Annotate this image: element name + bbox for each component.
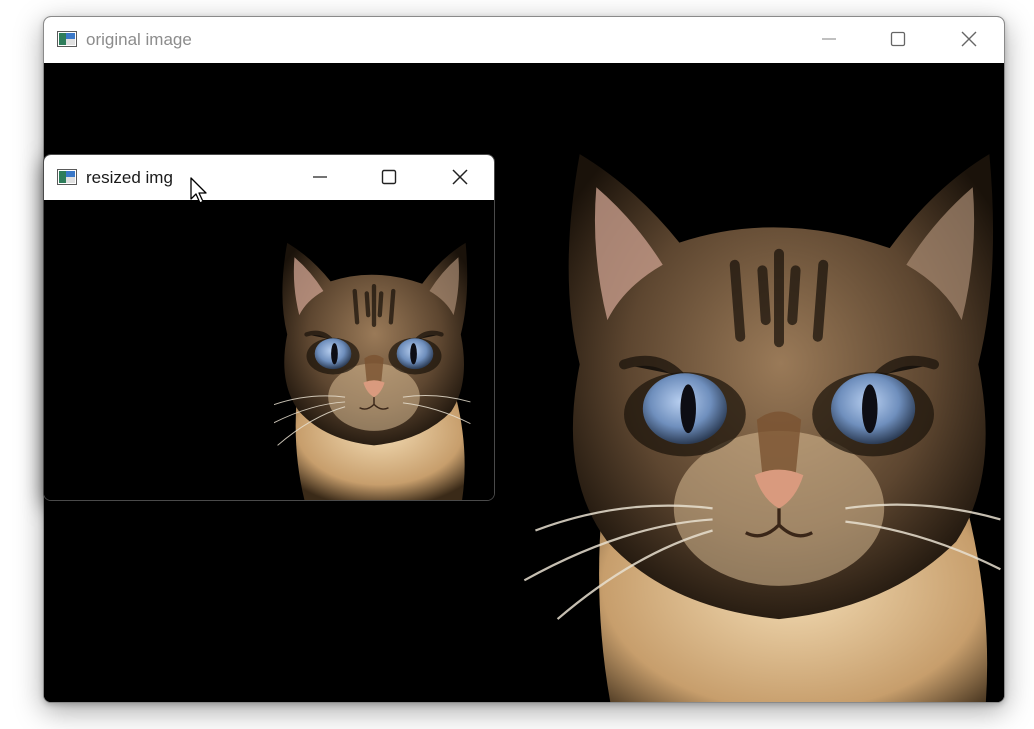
minimize-button[interactable] xyxy=(297,155,343,199)
titlebar-original[interactable]: original image xyxy=(44,17,1004,63)
titlebar-resized[interactable]: resized img xyxy=(44,155,494,200)
image-canvas-resized xyxy=(44,200,494,500)
app-icon xyxy=(57,169,77,185)
mouse-pointer-icon xyxy=(190,177,207,204)
maximize-button[interactable] xyxy=(875,17,921,61)
close-button[interactable] xyxy=(946,17,992,61)
maximize-icon xyxy=(381,169,397,185)
app-icon xyxy=(57,31,77,47)
maximize-icon xyxy=(890,31,906,47)
close-icon xyxy=(452,169,468,185)
resized-img-window[interactable]: resized img xyxy=(43,154,495,501)
maximize-button[interactable] xyxy=(366,155,412,199)
minimize-button[interactable] xyxy=(806,17,852,61)
minimize-icon xyxy=(313,176,327,178)
window-title: resized img xyxy=(86,168,173,187)
window-title: original image xyxy=(86,30,192,49)
close-button[interactable] xyxy=(437,155,483,199)
cat-image xyxy=(44,200,494,500)
minimize-icon xyxy=(822,38,836,40)
close-icon xyxy=(961,31,977,47)
